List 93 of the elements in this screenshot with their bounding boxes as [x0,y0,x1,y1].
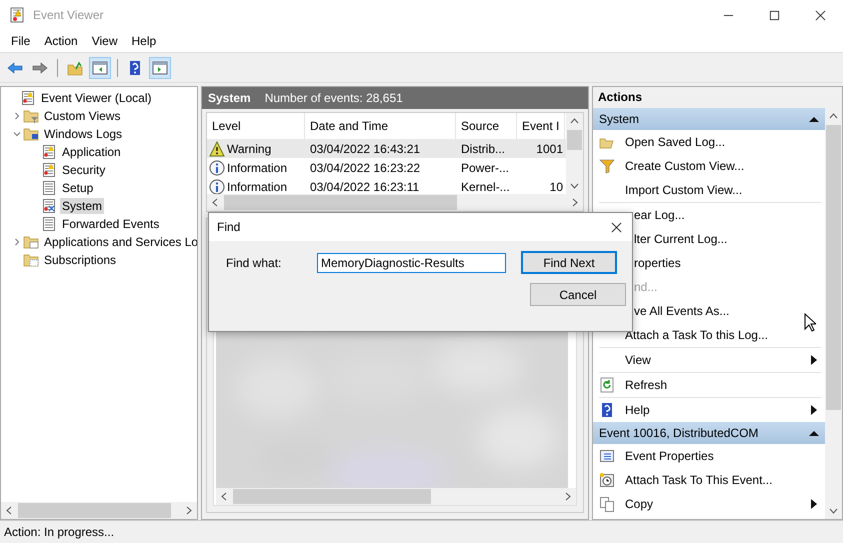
scroll-thumb[interactable] [567,130,582,150]
table-cell-text: Distrib... [460,142,506,156]
table-cell: Information [227,180,288,194]
close-icon[interactable] [815,10,826,20]
pane-command[interactable]: Refresh [625,378,668,392]
log-name: System [208,91,251,105]
pane-command[interactable]: lter Current Log... [634,232,728,246]
pane-command[interactable]: ve All Events As... [634,304,730,318]
scroll-thumb[interactable] [826,125,841,410]
refresh-icon [599,377,615,393]
pane-command[interactable]: Attach Task To This Event... [625,473,772,487]
folder-icon [23,126,39,142]
field-label: Find what: [226,256,282,270]
table-cell-text: Power-... [460,160,510,174]
mouse-pointer-icon [804,313,816,332]
pane-command[interactable]: Event Properties [625,449,714,463]
tree-item[interactable]: Setup [60,180,96,196]
maximize-icon[interactable] [769,10,780,20]
tree-item[interactable]: Forwarded Events [60,216,162,232]
pane-command[interactable]: ear Log... [634,208,685,222]
horizontal-scrollbar[interactable] [1,502,197,519]
pane-icon [152,60,168,76]
info-icon [209,178,225,194]
pane-command[interactable]: Create Custom View... [625,159,744,173]
status-text: Action: In progress... [4,525,114,539]
tree-item[interactable]: Subscriptions [42,252,118,268]
table-cell-text: Kernel-... [460,180,511,194]
menu-item[interactable]: Help [124,34,164,48]
table-cell: Warning [227,142,272,156]
pane-command[interactable]: roperties [634,256,681,270]
tree-pane-button[interactable] [89,56,111,78]
actions-title: Actions [597,89,644,106]
help-icon [599,402,615,418]
back-arrow-icon [7,60,23,76]
table-cell: 10 [550,180,563,194]
expand-chevron-icon[interactable] [12,238,20,246]
log-icon [41,198,57,214]
pane-icon [92,60,108,76]
vertical-scrollbar[interactable] [825,108,842,519]
table-cell: Information [227,160,288,174]
table-cell-text: 03/04/2022 16:43:21 [309,142,422,156]
folder-icon [23,234,39,250]
find-next-button[interactable]: Find Next [521,251,617,274]
tree-item[interactable]: Custom Views [42,108,122,124]
collapse-triangle-icon[interactable] [809,116,819,122]
event-count: Number of events: 28,651 [264,91,403,105]
tree-item[interactable]: Security [60,162,108,178]
menu-item[interactable]: View [84,34,124,48]
tree-item[interactable]: Windows Logs [42,126,124,142]
collapse-triangle-icon[interactable] [809,430,819,436]
app-icon [9,7,25,23]
vertical-scrollbar[interactable] [566,113,583,194]
find-what-field[interactable]: MemoryDiagnostic-Results [317,252,506,272]
log-icon [41,216,57,232]
tree-item[interactable]: System [60,198,104,214]
cancel-button[interactable]: Cancel [530,283,626,306]
clock-icon [599,472,615,488]
horizontal-scrollbar[interactable] [216,488,576,505]
horizontal-scrollbar[interactable] [207,194,583,211]
log-icon [20,90,36,106]
close-icon[interactable] [611,222,622,232]
pane-command[interactable]: Open Saved Log... [625,135,726,149]
folder-icon [67,60,83,76]
forward-arrow-icon [32,60,48,76]
table-cell-text: 03/04/2022 16:23:22 [309,160,422,174]
pane-command[interactable]: Help [625,403,650,417]
properties-icon [599,448,615,464]
action-pane-button[interactable] [149,56,171,78]
tree-item[interactable]: Application [60,144,123,160]
filter-icon [599,158,615,174]
dialog-title: Find [217,220,240,234]
help-icon [127,60,143,76]
folder-icon [23,108,39,124]
copy-icon [599,496,615,512]
pane-command[interactable]: View [625,353,651,367]
folder-icon [23,252,39,268]
log-icon [41,144,57,160]
pane-command[interactable]: Import Custom View... [625,183,742,197]
section-header[interactable]: System [599,112,640,126]
window-title: Event Viewer [33,8,104,22]
menu-item[interactable]: Action [37,34,85,48]
pane-command[interactable]: Copy [625,497,654,511]
info-icon [209,160,225,176]
pane-command[interactable]: Attach a Task To this Log... [625,328,768,342]
expand-chevron-icon[interactable] [12,112,20,120]
collapse-chevron-icon[interactable] [12,130,20,138]
tree-item[interactable]: Event Viewer (Local) [39,90,154,106]
log-icon [41,180,57,196]
log-icon [41,162,57,178]
table-cell: 1001 [536,142,563,156]
menu-item[interactable]: File [4,34,38,48]
table-cell-text: 03/04/2022 16:23:11 [309,180,420,194]
warning-icon [209,140,225,156]
